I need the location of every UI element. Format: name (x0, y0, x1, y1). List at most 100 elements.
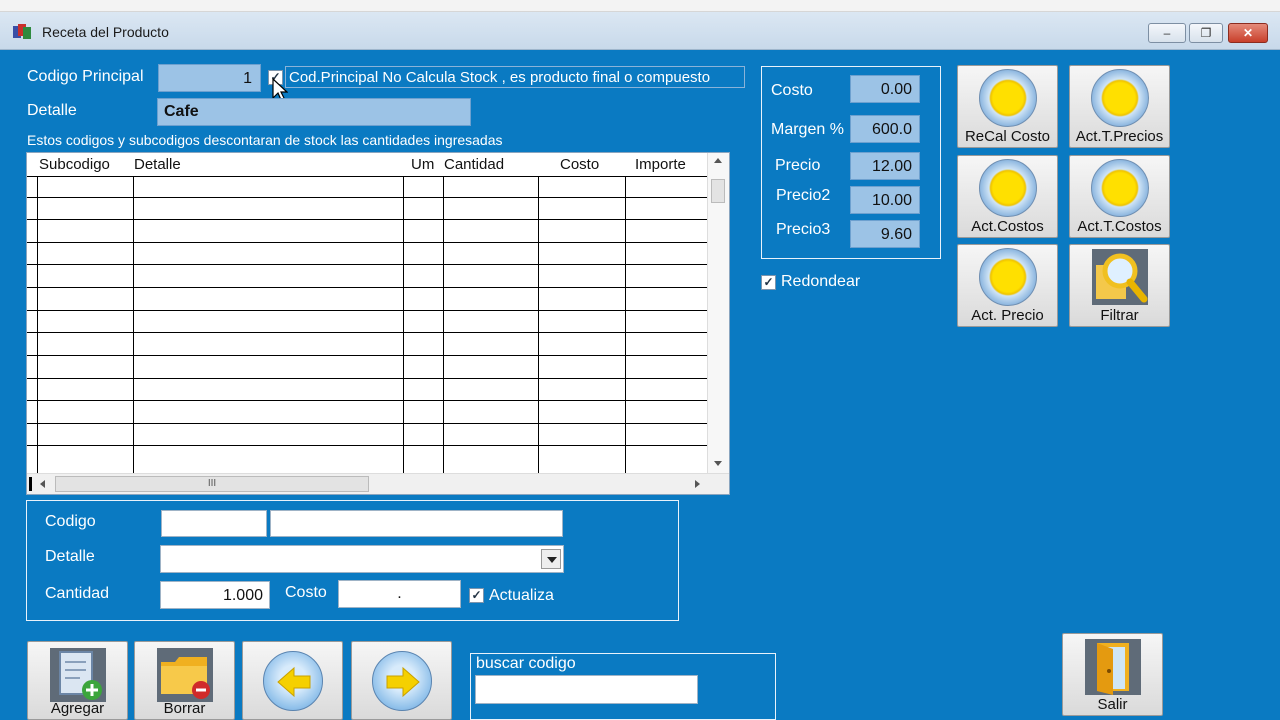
precio3-field[interactable]: 9.60 (850, 220, 920, 248)
orb-icon (1091, 159, 1149, 217)
col-divider (625, 177, 626, 473)
title-bar (0, 12, 1280, 50)
table-row[interactable] (27, 332, 707, 333)
entry-codigo-desc-input[interactable] (270, 510, 563, 537)
search-magnifier-icon (1092, 249, 1148, 305)
horizontal-scrollbar[interactable]: III (27, 473, 729, 494)
act-precio-button[interactable]: Act. Precio (957, 244, 1058, 327)
entry-costo-label: Costo (285, 584, 327, 601)
costo-label: Costo (771, 82, 813, 99)
scroll-left-icon[interactable] (40, 480, 45, 488)
codigo-principal-field[interactable]: 1 (158, 64, 261, 92)
margen-field[interactable]: 600.0 (850, 115, 920, 143)
orb-icon (979, 69, 1037, 127)
filtrar-label: Filtrar (1100, 307, 1139, 324)
no-calcula-label: Cod.Principal No Calcula Stock , es prod… (285, 66, 745, 88)
table-row[interactable] (27, 264, 707, 265)
act-costos-button[interactable]: Act.Costos (957, 155, 1058, 238)
col-importe[interactable]: Importe (635, 156, 686, 173)
col-detalle[interactable]: Detalle (134, 156, 181, 173)
detalle-field[interactable]: Cafe (157, 98, 471, 126)
info-text: Estos codigos y subcodigos descontaran d… (27, 132, 503, 148)
table-row[interactable] (27, 242, 707, 243)
buscar-label: buscar codigo (476, 655, 576, 672)
scroll-right-icon[interactable] (695, 480, 700, 488)
act-t-precios-label: Act.T.Precios (1075, 128, 1164, 145)
app-icon (13, 24, 31, 39)
codigo-principal-label: Codigo Principal (27, 68, 144, 85)
add-document-icon (50, 648, 106, 702)
detalle-label: Detalle (27, 102, 77, 119)
entry-cantidad-input[interactable]: 1.000 (160, 581, 270, 609)
salir-label: Salir (1097, 696, 1128, 713)
orb-icon (979, 248, 1037, 306)
borrar-button[interactable]: Borrar (134, 641, 235, 720)
entry-codigo-label: Codigo (45, 513, 96, 530)
col-divider (538, 177, 539, 473)
close-button[interactable]: ✕ (1228, 23, 1268, 43)
buscar-input[interactable] (475, 675, 698, 704)
minimize-button[interactable]: – (1148, 23, 1186, 43)
act-t-precios-button[interactable]: Act.T.Precios (1069, 65, 1170, 148)
redondear-label: Redondear (781, 273, 861, 290)
redondear-checkbox[interactable]: ✓ (761, 275, 776, 290)
restore-button[interactable]: ❐ (1189, 23, 1223, 43)
scroll-down-icon[interactable] (714, 461, 722, 466)
table-row[interactable] (27, 310, 707, 311)
entry-detalle-select[interactable] (160, 545, 564, 573)
table-row[interactable] (27, 400, 707, 401)
col-divider (443, 177, 444, 473)
table-row[interactable] (27, 287, 707, 288)
col-divider (37, 177, 38, 473)
exit-door-icon (1085, 639, 1141, 695)
table-row[interactable] (27, 355, 707, 356)
dropdown-button[interactable] (541, 549, 561, 569)
entry-detalle-label: Detalle (45, 548, 95, 565)
act-precio-label: Act. Precio (971, 307, 1044, 324)
chevron-down-icon (547, 557, 557, 563)
entry-cantidad-label: Cantidad (45, 585, 110, 602)
table-row[interactable] (27, 378, 707, 379)
recal-costo-button[interactable]: ReCal Costo (957, 65, 1058, 148)
actualiza-checkbox[interactable]: ✓ (469, 588, 484, 603)
top-strip (0, 0, 1280, 12)
col-subcodigo[interactable]: Subcodigo (39, 156, 110, 173)
costo-field[interactable]: 0.00 (850, 75, 920, 103)
orb-icon (1091, 69, 1149, 127)
salir-button[interactable]: Salir (1062, 633, 1163, 716)
col-um[interactable]: Um (411, 156, 434, 173)
hscroll-thumb[interactable]: III (55, 476, 369, 492)
entry-costo-input[interactable]: . (338, 580, 461, 608)
vertical-scrollbar[interactable] (707, 153, 729, 473)
window-title: Receta del Producto (42, 24, 169, 40)
entry-codigo-input[interactable] (161, 510, 267, 537)
table-row[interactable] (27, 219, 707, 220)
table-row[interactable] (27, 423, 707, 424)
delete-folder-icon (157, 648, 213, 702)
precio3-label: Precio3 (776, 221, 831, 238)
filtrar-button[interactable]: Filtrar (1069, 244, 1170, 327)
arrow-right-icon (372, 651, 432, 711)
precio-field[interactable]: 12.00 (850, 152, 920, 180)
agregar-label: Agregar (50, 700, 105, 717)
previous-button[interactable] (242, 641, 343, 720)
margen-label: Margen % (771, 121, 844, 138)
next-button[interactable] (351, 641, 452, 720)
row-marker (29, 477, 32, 491)
scroll-up-icon[interactable] (714, 158, 722, 163)
orb-icon (979, 159, 1037, 217)
precio2-label: Precio2 (776, 187, 831, 204)
recal-costo-label: ReCal Costo (964, 128, 1051, 145)
vscroll-thumb[interactable] (711, 179, 725, 203)
act-t-costos-button[interactable]: Act.T.Costos (1069, 155, 1170, 238)
actualiza-label: Actualiza (489, 587, 554, 604)
recipe-grid[interactable]: Subcodigo Detalle Um Cantidad Costo Impo… (26, 152, 730, 495)
table-row[interactable] (27, 445, 707, 446)
agregar-button[interactable]: Agregar (27, 641, 128, 720)
col-cantidad[interactable]: Cantidad (444, 156, 504, 173)
col-costo[interactable]: Costo (560, 156, 599, 173)
borrar-label: Borrar (163, 700, 206, 717)
precio2-field[interactable]: 10.00 (850, 186, 920, 214)
table-row[interactable] (27, 197, 707, 198)
grid-header: Subcodigo Detalle Um Cantidad Costo Impo… (27, 153, 717, 177)
